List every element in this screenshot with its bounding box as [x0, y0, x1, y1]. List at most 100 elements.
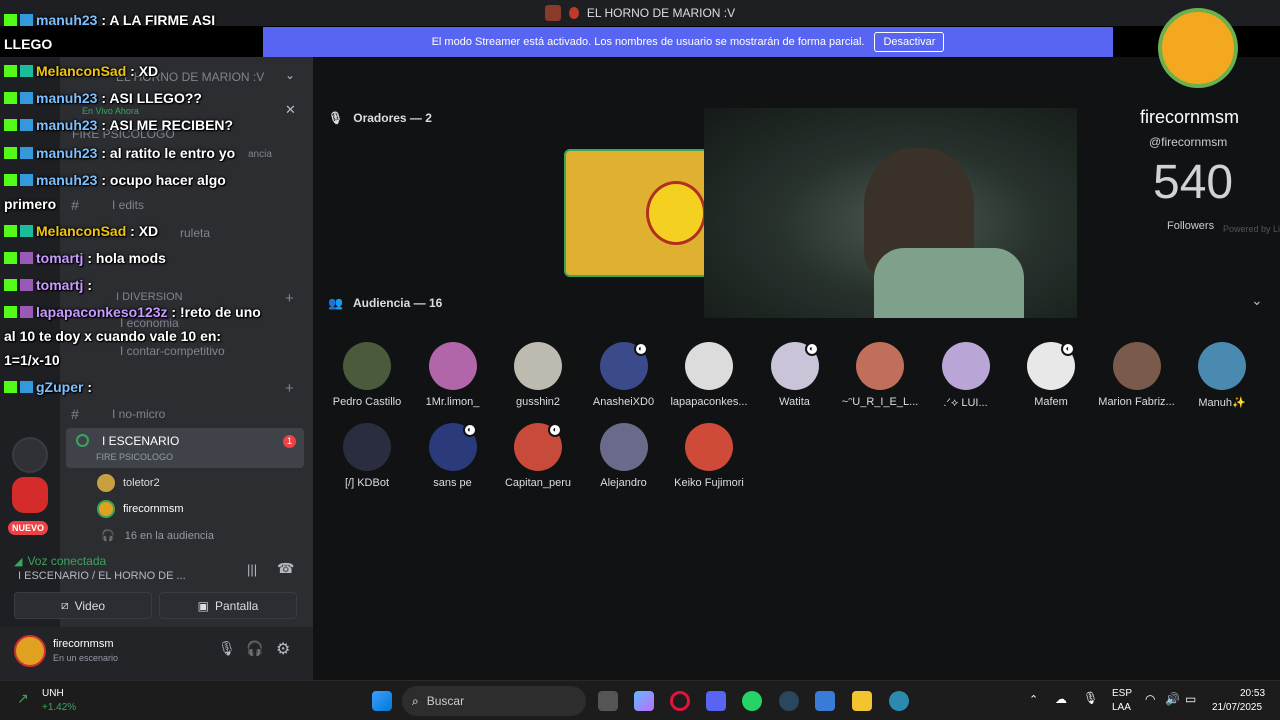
audience-label: Audiencia — 16: [352, 296, 443, 310]
noise-icon[interactable]: |||: [247, 562, 257, 577]
gear-icon[interactable]: ⚙: [276, 639, 290, 659]
audience-member[interactable]: ◐ Mafem: [1009, 342, 1093, 408]
task-view-icon[interactable]: [598, 691, 618, 711]
battery-icon[interactable]: ▭: [1185, 692, 1196, 706]
followers-label: Followers: [1167, 220, 1215, 232]
audience-member[interactable]: Alejandro: [582, 423, 666, 489]
audience-member[interactable]: 1Mr.limon_: [411, 342, 495, 408]
app-icon[interactable]: [815, 691, 835, 711]
volume-icon[interactable]: 🔊: [1165, 692, 1180, 706]
chat-username: manuh23: [36, 172, 98, 188]
steam-icon[interactable]: [779, 691, 799, 711]
clock-time[interactable]: 20:53: [1240, 688, 1265, 699]
audience-name: Capitan_peru: [504, 477, 572, 489]
video-off-icon: ⧄: [60, 598, 69, 612]
sub-badge-icon: [20, 65, 33, 77]
headphones-icon: 🎧: [101, 530, 115, 542]
windows-start-icon[interactable]: [372, 691, 392, 711]
headphones-icon[interactable]: 🎧: [246, 640, 263, 657]
search-placeholder: Buscar: [426, 694, 465, 708]
user-avatar[interactable]: [14, 635, 46, 667]
chat-text: LLEGO: [4, 36, 53, 52]
speakers-header: 🎙 Oradores — 2: [328, 111, 432, 125]
audience-name: Watita: [779, 396, 810, 408]
audience-member[interactable]: Manuh✨: [1180, 342, 1264, 409]
screen-button[interactable]: ▣ Pantalla: [159, 592, 297, 619]
chat-username: manuh23: [36, 145, 98, 161]
disconnect-icon[interactable]: ☎: [277, 560, 294, 577]
audience-count-row[interactable]: 🎧 16 en la audiencia: [101, 529, 214, 543]
audience-member[interactable]: ◐ sans pe: [411, 423, 495, 489]
chat-message: lapapaconkeso123z : !reto de uno: [4, 304, 261, 320]
audience-member[interactable]: Marion Fabriz...: [1095, 342, 1179, 408]
lang-1[interactable]: ESP: [1112, 688, 1132, 699]
avatar: [599, 423, 648, 471]
stream-status-icon: ◐: [462, 423, 477, 437]
avatar: [941, 342, 990, 390]
collapse-chevron-icon[interactable]: ⌄: [1251, 292, 1263, 309]
audience-name: AnasheiXD0: [592, 396, 655, 408]
audience-member[interactable]: .ᐟ⟡ LUI...: [924, 342, 1008, 410]
mic-tray-icon[interactable]: 🎙: [1083, 691, 1098, 705]
overlay-handle: @firecornmsm: [1149, 135, 1228, 149]
speaker-tile[interactable]: [564, 149, 714, 277]
chat-username: tomartj: [36, 277, 84, 293]
window-title: EL HORNO DE MARION :V: [586, 6, 736, 20]
taskbar-search[interactable]: ⌕ Buscar: [402, 686, 586, 716]
audience-member[interactable]: ◐ AnasheiXD0: [582, 342, 666, 408]
chat-message: manuh23 : A LA FIRME ASI: [4, 12, 215, 28]
video-button[interactable]: ⧄ Video: [14, 592, 152, 619]
close-icon[interactable]: ✕: [285, 102, 296, 118]
add-channel-icon-2[interactable]: +: [285, 380, 294, 397]
audience-name: Keiko Fujimori: [674, 477, 744, 489]
chat-text: : XD: [130, 63, 159, 79]
chat-message: primero: [4, 196, 56, 212]
audience-member[interactable]: [/] KDBot: [325, 423, 409, 489]
audience-name: .ᐟ⟡ LUI...: [943, 397, 988, 409]
copilot-icon[interactable]: [634, 691, 654, 711]
chat-message: tomartj : hola mods: [4, 250, 166, 266]
clock-date: 21/07/2025: [1212, 702, 1263, 713]
wifi-icon[interactable]: ◠: [1145, 692, 1155, 706]
stream-status-icon: ◐: [1061, 342, 1075, 356]
browser-icon[interactable]: [889, 691, 909, 711]
new-badge: NUEVO: [8, 521, 49, 535]
audience-member[interactable]: gusshin2: [496, 342, 580, 408]
sub-badge-icon: [20, 14, 33, 26]
chevron-up-icon[interactable]: ⌃: [1029, 693, 1038, 706]
chat-text: :: [87, 277, 93, 293]
audience-member[interactable]: Pedro Castillo: [325, 342, 409, 408]
folder-icon[interactable]: [852, 691, 872, 711]
audience-member[interactable]: ◐ Watita: [753, 342, 837, 408]
discord-icon[interactable]: [706, 691, 726, 711]
audience-name: ~ᵔU_R_I_E_L...: [841, 396, 919, 408]
opera-icon[interactable]: [670, 691, 690, 711]
audience-header: 👥 Audiencia — 16: [328, 296, 442, 310]
cloud-icon[interactable]: ☁: [1055, 692, 1067, 706]
user-name: firecornmsm: [53, 638, 114, 650]
voice-location[interactable]: I ESCENARIO / EL HORNO DE ...: [18, 570, 186, 582]
streamer-mode-banner: El modo Streamer está activado. Los nomb…: [263, 27, 1113, 57]
stage-member-1[interactable]: firecornmsm: [97, 500, 184, 518]
server-icon-1[interactable]: [12, 437, 48, 473]
chat-text: :: [87, 379, 93, 395]
disable-streamer-button[interactable]: Desactivar: [874, 32, 945, 52]
whatsapp-icon[interactable]: [742, 691, 762, 711]
stage-member-0[interactable]: toletor2: [97, 474, 160, 492]
stage-channel[interactable]: I ESCENARIO FIRE PSICOLOGO 1: [66, 428, 304, 468]
kick-badge-icon: [4, 147, 17, 159]
mic-icon[interactable]: 🎙: [218, 640, 236, 657]
audience-member[interactable]: Keiko Fujimori: [667, 423, 751, 489]
followers-count: 540: [1153, 156, 1234, 209]
audience-name: 1Mr.limon_: [425, 396, 480, 408]
chat-username: tomartj: [36, 250, 84, 266]
audience-member[interactable]: ◐ Capitan_peru: [496, 423, 580, 489]
audience-member[interactable]: ~ᵔU_R_I_E_L...: [838, 342, 922, 408]
audience-member[interactable]: lapapaconkes...: [667, 342, 751, 408]
audience-name: sans pe: [433, 477, 472, 489]
server-icon-2[interactable]: [12, 477, 48, 513]
audience-name: Marion Fabriz...: [1098, 396, 1175, 408]
add-channel-icon[interactable]: +: [285, 290, 294, 307]
stock-name[interactable]: UNH: [42, 688, 64, 699]
chevron-down-icon[interactable]: ⌄: [285, 68, 295, 82]
